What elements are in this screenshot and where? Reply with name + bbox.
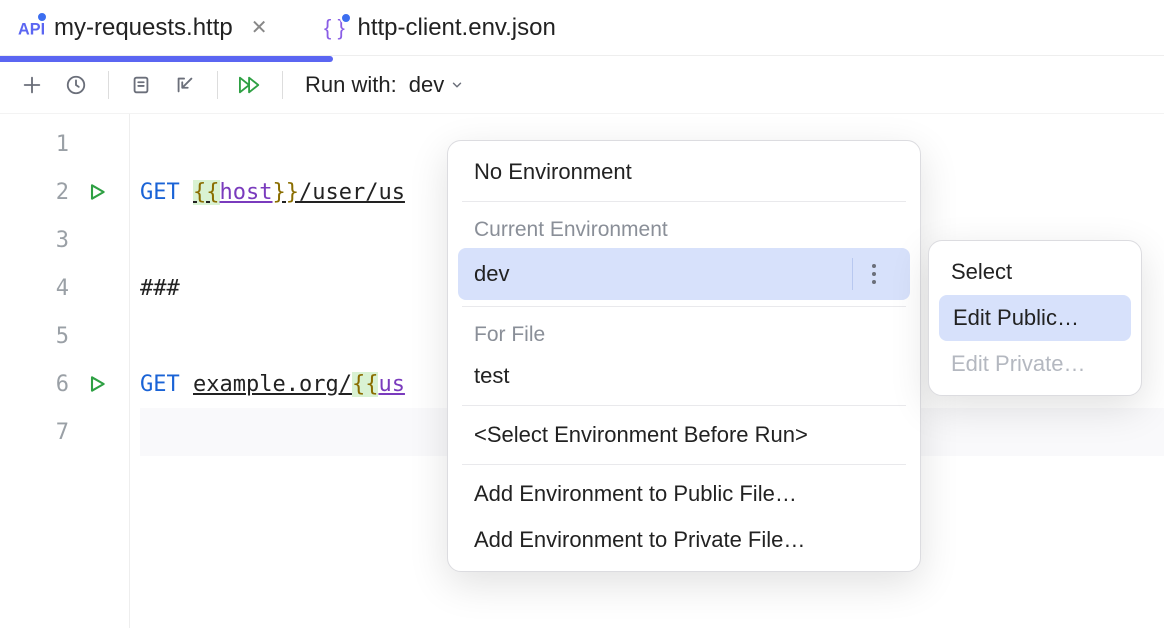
editor-tabs: API my-requests.http ✕ { } http-client.e… xyxy=(0,0,1164,56)
api-icon: API xyxy=(18,15,44,41)
line-number: 4 xyxy=(49,276,69,301)
dropdown-section-header: For File xyxy=(448,313,920,353)
env-item-dev[interactable]: dev xyxy=(458,248,910,300)
environment-submenu: Select Edit Public… Edit Private… xyxy=(928,240,1142,396)
braces-icon: { } xyxy=(324,16,348,40)
env-item-select-before-run[interactable]: <Select Environment Before Run> xyxy=(448,412,920,458)
run-gutter-icon[interactable] xyxy=(87,374,107,394)
active-tab-indicator xyxy=(0,56,333,62)
examples-button[interactable] xyxy=(121,65,161,105)
line-number: 3 xyxy=(49,228,69,253)
import-button[interactable] xyxy=(165,65,205,105)
separator xyxy=(462,201,906,202)
template-var: host xyxy=(220,180,273,205)
separator xyxy=(462,306,906,307)
line-number: 2 xyxy=(49,180,69,205)
separator xyxy=(462,405,906,406)
chevron-down-icon xyxy=(450,78,464,92)
line-number: 1 xyxy=(49,132,69,157)
tab-label: my-requests.http xyxy=(54,14,233,42)
http-method: GET xyxy=(140,180,180,205)
add-button[interactable] xyxy=(12,65,52,105)
line-number: 7 xyxy=(49,420,69,445)
run-with-value[interactable]: dev xyxy=(409,72,464,98)
line-number: 5 xyxy=(49,324,69,349)
gutter: 1 2 3 4 5 6 7 xyxy=(0,114,130,628)
more-icon[interactable] xyxy=(852,258,894,290)
svg-text:API: API xyxy=(18,20,44,38)
submenu-item-edit-public[interactable]: Edit Public… xyxy=(939,295,1131,341)
http-method: GET xyxy=(140,372,180,397)
env-item-no-environment[interactable]: No Environment xyxy=(448,149,920,195)
request-separator: ### xyxy=(140,276,180,301)
tab-my-requests[interactable]: API my-requests.http ✕ xyxy=(0,0,286,55)
separator xyxy=(462,464,906,465)
environment-dropdown: No Environment Current Environment dev F… xyxy=(447,140,921,572)
env-item-add-private[interactable]: Add Environment to Private File… xyxy=(448,517,920,563)
tab-label: http-client.env.json xyxy=(358,14,556,42)
submenu-item-select[interactable]: Select xyxy=(929,249,1141,295)
dropdown-section-header: Current Environment xyxy=(448,208,920,248)
env-item-test[interactable]: test xyxy=(448,353,920,399)
env-item-add-public[interactable]: Add Environment to Public File… xyxy=(448,471,920,517)
separator xyxy=(282,71,283,99)
run-with-selector: Run with: dev xyxy=(305,72,464,98)
editor-toolbar: Run with: dev xyxy=(0,56,1164,114)
line-number: 6 xyxy=(49,372,69,397)
tab-http-client-env[interactable]: { } http-client.env.json xyxy=(306,0,574,55)
submenu-item-edit-private: Edit Private… xyxy=(929,341,1141,387)
separator xyxy=(108,71,109,99)
run-gutter-icon[interactable] xyxy=(87,182,107,202)
history-button[interactable] xyxy=(56,65,96,105)
template-var: us xyxy=(378,372,405,397)
separator xyxy=(217,71,218,99)
run-with-label: Run with: xyxy=(305,72,397,98)
close-icon[interactable]: ✕ xyxy=(251,15,268,40)
run-all-button[interactable] xyxy=(230,65,270,105)
